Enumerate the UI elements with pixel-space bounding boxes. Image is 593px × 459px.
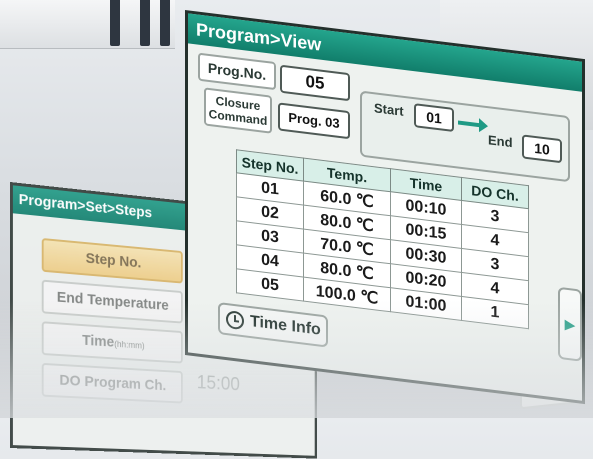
arrow-right-icon (458, 120, 480, 128)
end-value[interactable]: 10 (522, 134, 562, 164)
triangle-right-icon: ▶ (564, 315, 576, 333)
closure-command-label: Closure Command (204, 87, 272, 134)
clock-icon (226, 310, 244, 331)
start-value[interactable]: 01 (414, 103, 454, 133)
time-value: 15:00 (196, 371, 240, 396)
time-info-label: Time Info (250, 312, 321, 339)
frame-slot (140, 0, 150, 46)
start-label: Start (374, 100, 404, 119)
time-button[interactable]: Time(hh:mm) (41, 321, 183, 364)
steps-table: Step No. Temp. Time DO Ch. 01 60.0 ℃ 00:… (236, 149, 529, 330)
machine-top-frame (0, 0, 175, 49)
frame-slot (160, 0, 170, 46)
time-info-button[interactable]: Time Info (218, 302, 328, 348)
prog-no-value[interactable]: 05 (280, 64, 350, 102)
end-label: End (488, 132, 513, 151)
time-button-label: Time (82, 331, 115, 351)
program-view-screen: Program>View Prog.No. 05 Closure Command… (185, 10, 585, 405)
time-button-unit: (hh:mm) (114, 338, 145, 351)
next-page-button[interactable]: ▶ (558, 286, 582, 362)
prog-no-label: Prog.No. (198, 52, 276, 91)
end-temperature-button[interactable]: End Temperature (41, 279, 183, 324)
frame-slot (110, 0, 120, 46)
step-no-button[interactable]: Step No. (41, 237, 183, 284)
closure-command-value[interactable]: Prog. 03 (278, 102, 350, 140)
do-program-ch-button[interactable]: DO Program Ch. (41, 362, 183, 404)
